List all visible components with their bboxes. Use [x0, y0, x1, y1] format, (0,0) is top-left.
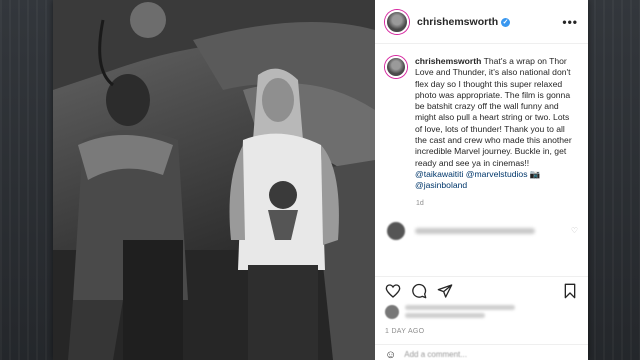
- caption-text: That's a wrap on Thor Love and Thunder, …: [415, 56, 572, 168]
- header-username[interactable]: chrishemsworth ✓: [417, 16, 511, 28]
- instagram-post: chrishemsworth ✓ ••• chrishemsworth That'…: [53, 0, 588, 360]
- action-bar: [375, 276, 588, 299]
- post-time-ago: 1 DAY AGO: [385, 328, 425, 335]
- likes-summary: [385, 302, 515, 321]
- post-photo: [53, 0, 375, 360]
- post-side-panel: chrishemsworth ✓ ••• chrishemsworth That'…: [375, 0, 588, 360]
- add-comment-input[interactable]: Add a comment...: [404, 350, 467, 359]
- camera-emoji: 📷: [529, 168, 541, 179]
- more-options-icon[interactable]: •••: [562, 15, 578, 29]
- add-comment-bar: ☺ Add a comment...: [375, 344, 588, 360]
- comment-row: ♡: [375, 219, 588, 242]
- photo-illustration: [53, 0, 375, 360]
- post-header: chrishemsworth ✓ •••: [375, 0, 588, 44]
- liker-avatar: [385, 304, 399, 319]
- comment-icon[interactable]: [411, 283, 427, 299]
- comment-like-icon[interactable]: ♡: [571, 226, 578, 235]
- avatar[interactable]: [385, 9, 409, 34]
- caption-age: 1d: [416, 199, 424, 207]
- caption: chrishemsworth That's a wrap on Thor Lov…: [415, 56, 578, 192]
- mention-marvelstudios[interactable]: @marvelstudios: [466, 169, 528, 179]
- caption-avatar[interactable]: [385, 56, 407, 78]
- smiley-icon[interactable]: ☺: [385, 349, 396, 360]
- share-icon[interactable]: [437, 283, 453, 299]
- header-username-text[interactable]: chrishemsworth: [417, 16, 498, 28]
- blurred-comment: [415, 227, 535, 234]
- commenter-avatar: [385, 219, 407, 242]
- mention-jasinboland[interactable]: @jasinboland: [415, 180, 467, 190]
- caption-row: chrishemsworth That's a wrap on Thor Lov…: [375, 44, 588, 192]
- blurred-likes-text: [405, 302, 515, 321]
- bookmark-icon[interactable]: [562, 283, 578, 299]
- heart-icon[interactable]: [385, 283, 401, 299]
- verified-badge-icon: ✓: [501, 17, 511, 27]
- mention-taikawaititi[interactable]: @taikawaititi: [415, 169, 463, 179]
- caption-username[interactable]: chrishemsworth: [415, 56, 481, 66]
